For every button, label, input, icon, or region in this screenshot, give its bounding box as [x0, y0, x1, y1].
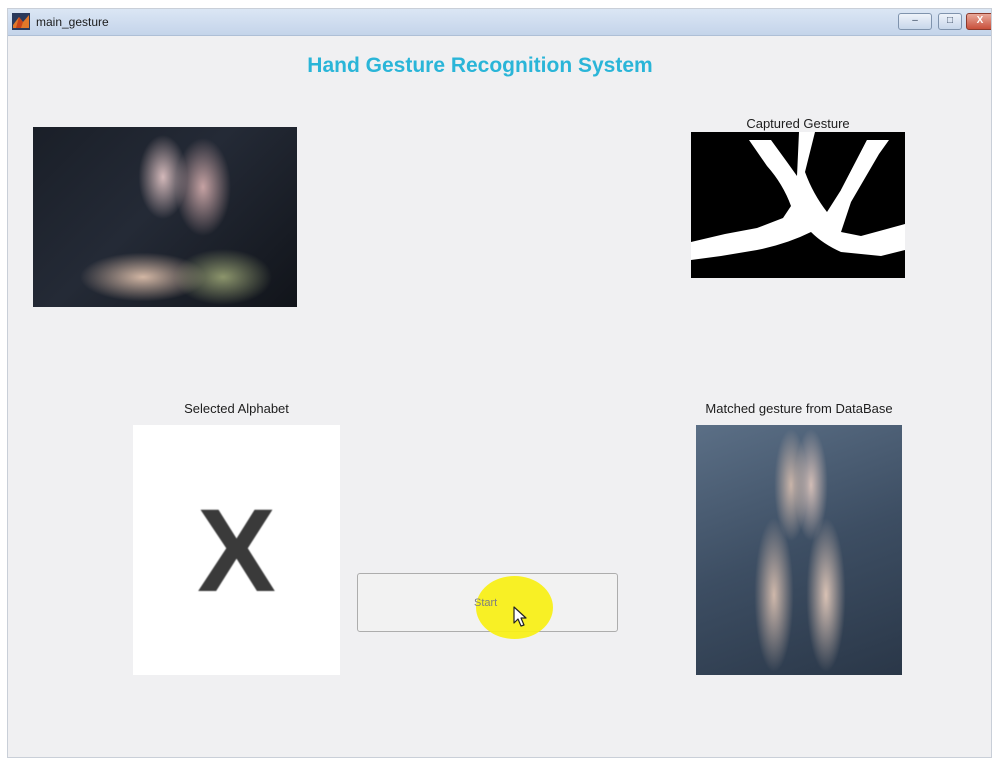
mouse-cursor-icon: [513, 606, 527, 627]
captured-gesture-image: [691, 132, 905, 278]
matched-gesture-image: [696, 425, 902, 675]
maximize-button[interactable]: □: [938, 13, 962, 30]
close-button[interactable]: X: [966, 13, 991, 30]
title-bar[interactable]: main_gesture – □ X: [8, 9, 991, 36]
start-button-label: Start: [474, 597, 498, 609]
live-camera-feed: [33, 127, 297, 307]
matlab-app-icon: [12, 13, 30, 30]
minimize-button[interactable]: –: [898, 13, 932, 30]
page-title: Hand Gesture Recognition System: [307, 54, 653, 77]
window-title: main_gesture: [36, 15, 109, 29]
selected-alphabet-label: Selected Alphabet: [184, 401, 289, 416]
captured-gesture-label: Captured Gesture: [746, 116, 850, 131]
selected-alphabet-letter: X: [197, 485, 276, 617]
matched-gesture-label: Matched gesture from DataBase: [705, 401, 893, 416]
selected-alphabet-panel: X: [133, 425, 340, 675]
